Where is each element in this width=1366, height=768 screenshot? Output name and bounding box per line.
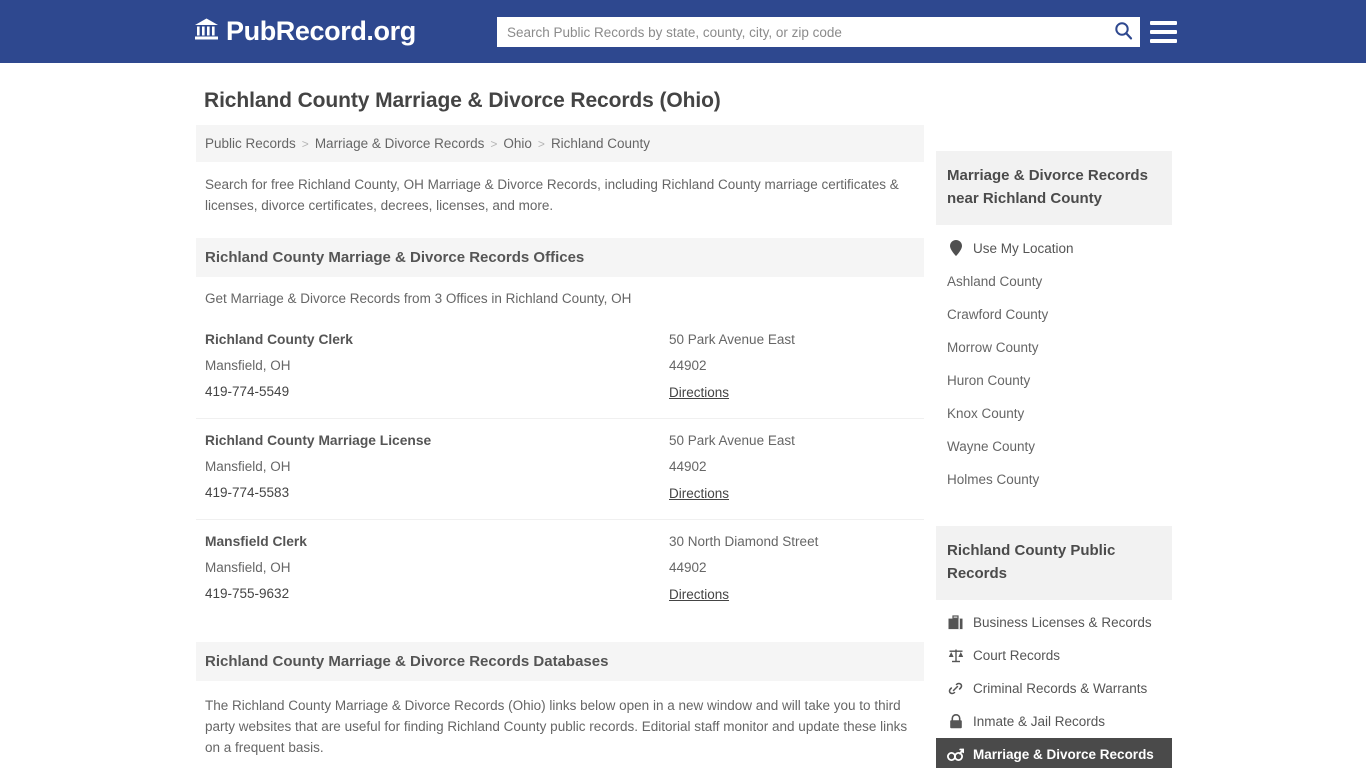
table-row: Mansfield Clerk Mansfield, OH 419-755-96… bbox=[196, 519, 924, 620]
link-icon bbox=[947, 681, 964, 696]
sidebar-item-label: Huron County bbox=[947, 373, 1031, 388]
office-address: 30 North Diamond Street bbox=[669, 534, 819, 549]
office-right-column: 50 Park Avenue East 44902 Directions bbox=[669, 332, 915, 402]
sidebar-nearby-list: Use My Location Ashland County Crawford … bbox=[936, 225, 1172, 496]
breadcrumb-separator-icon: > bbox=[537, 136, 545, 151]
sidebar-public-records-list: Business Licenses & Records Court Record… bbox=[936, 600, 1172, 768]
offices-list: Richland County Clerk Mansfield, OH 419-… bbox=[196, 318, 924, 620]
bank-icon bbox=[194, 17, 219, 46]
brand-name: PubRecord.org bbox=[226, 16, 416, 46]
office-phone[interactable]: 419-774-5583 bbox=[205, 485, 669, 500]
main-content: Public Records > Marriage & Divorce Reco… bbox=[196, 125, 924, 768]
sidebar-item-court-records[interactable]: Court Records bbox=[936, 639, 1172, 672]
office-left-column: Richland County Clerk Mansfield, OH 419-… bbox=[205, 332, 669, 402]
office-city: Mansfield, OH bbox=[205, 560, 291, 575]
offices-section-subtitle: Get Marriage & Divorce Records from 3 Of… bbox=[205, 291, 632, 306]
office-city: Mansfield, OH bbox=[205, 358, 291, 373]
breadcrumb-item-richland-county[interactable]: Richland County bbox=[551, 136, 650, 151]
breadcrumb-item-ohio[interactable]: Ohio bbox=[503, 136, 532, 151]
office-name: Mansfield Clerk bbox=[205, 534, 307, 549]
directions-link[interactable]: Directions bbox=[669, 486, 729, 501]
office-right-column: 50 Park Avenue East 44902 Directions bbox=[669, 433, 915, 503]
office-name: Richland County Clerk bbox=[205, 332, 353, 347]
gender-icon bbox=[947, 748, 964, 762]
databases-description: The Richland County Marriage & Divorce R… bbox=[205, 698, 908, 755]
hamburger-bar bbox=[1150, 21, 1177, 25]
sidebar-item-holmes-county[interactable]: Holmes County bbox=[936, 463, 1172, 496]
office-city: Mansfield, OH bbox=[205, 459, 291, 474]
hamburger-bar bbox=[1150, 30, 1177, 34]
sidebar-item-business-licenses[interactable]: Business Licenses & Records bbox=[936, 606, 1172, 639]
sidebar-item-marriage-divorce-records[interactable]: Marriage & Divorce Records bbox=[936, 738, 1172, 768]
office-zip: 44902 bbox=[669, 358, 707, 373]
breadcrumb-separator-icon: > bbox=[490, 136, 498, 151]
sidebar-item-knox-county[interactable]: Knox County bbox=[936, 397, 1172, 430]
search-icon bbox=[1114, 21, 1133, 43]
sidebar-item-label: Marriage & Divorce Records bbox=[973, 747, 1154, 762]
directions-link[interactable]: Directions bbox=[669, 385, 729, 400]
map-pin-icon bbox=[947, 240, 964, 256]
sidebar-item-label: Criminal Records & Warrants bbox=[973, 681, 1148, 696]
briefcase-icon bbox=[947, 615, 964, 630]
lock-icon bbox=[947, 714, 964, 729]
scales-icon bbox=[947, 648, 964, 663]
breadcrumb: Public Records > Marriage & Divorce Reco… bbox=[196, 125, 924, 162]
sidebar-item-label: Inmate & Jail Records bbox=[973, 714, 1106, 729]
office-left-column: Mansfield Clerk Mansfield, OH 419-755-96… bbox=[205, 534, 669, 604]
sidebar-item-label: Ashland County bbox=[947, 274, 1043, 289]
sidebar-item-huron-county[interactable]: Huron County bbox=[936, 364, 1172, 397]
search-input[interactable] bbox=[497, 17, 1106, 47]
page-title: Richland County Marriage & Divorce Recor… bbox=[204, 89, 721, 112]
office-address: 50 Park Avenue East bbox=[669, 433, 795, 448]
sidebar-item-inmate-jail-records[interactable]: Inmate & Jail Records bbox=[936, 705, 1172, 738]
sidebar-item-label: Use My Location bbox=[973, 240, 1074, 256]
databases-section-heading: Richland County Marriage & Divorce Recor… bbox=[196, 642, 924, 681]
search-button[interactable] bbox=[1106, 17, 1140, 47]
table-row: Richland County Clerk Mansfield, OH 419-… bbox=[196, 318, 924, 418]
breadcrumb-item-marriage-divorce-records[interactable]: Marriage & Divorce Records bbox=[315, 136, 485, 151]
office-zip: 44902 bbox=[669, 560, 707, 575]
sidebar-item-label: Business Licenses & Records bbox=[973, 615, 1152, 630]
office-zip: 44902 bbox=[669, 459, 707, 474]
sidebar-item-label: Wayne County bbox=[947, 439, 1036, 454]
sidebar-public-records-heading: Richland County Public Records bbox=[936, 526, 1172, 600]
sidebar-item-label: Crawford County bbox=[947, 307, 1049, 322]
table-row: Richland County Marriage License Mansfie… bbox=[196, 418, 924, 519]
hamburger-menu-icon[interactable] bbox=[1150, 18, 1177, 46]
sidebar-item-use-my-location[interactable]: Use My Location bbox=[936, 231, 1172, 265]
sidebar-item-label: Knox County bbox=[947, 406, 1025, 421]
sidebar-item-label: Court Records bbox=[973, 648, 1061, 663]
sidebar: Marriage & Divorce Records near Richland… bbox=[936, 125, 1172, 768]
list-item: Mansfield Richland Public Library Databa… bbox=[196, 758, 924, 768]
brand-logo[interactable]: PubRecord.org bbox=[194, 17, 416, 46]
sidebar-item-label: Morrow County bbox=[947, 340, 1039, 355]
office-right-column: 30 North Diamond Street 44902 Directions bbox=[669, 534, 915, 604]
sidebar-item-criminal-records[interactable]: Criminal Records & Warrants bbox=[936, 672, 1172, 705]
breadcrumb-separator-icon: > bbox=[301, 136, 309, 151]
sidebar-item-label: Holmes County bbox=[947, 472, 1040, 487]
page-body: Richland County Marriage & Divorce Recor… bbox=[0, 89, 1366, 768]
breadcrumb-item-public-records[interactable]: Public Records bbox=[205, 136, 296, 151]
office-phone[interactable]: 419-774-5549 bbox=[205, 384, 669, 399]
sidebar-item-ashland-county[interactable]: Ashland County bbox=[936, 265, 1172, 298]
directions-link[interactable]: Directions bbox=[669, 587, 729, 602]
office-address: 50 Park Avenue East bbox=[669, 332, 795, 347]
sidebar-item-crawford-county[interactable]: Crawford County bbox=[936, 298, 1172, 331]
sidebar-item-morrow-county[interactable]: Morrow County bbox=[936, 331, 1172, 364]
search-bar bbox=[497, 17, 1140, 47]
site-header: PubRecord.org bbox=[0, 0, 1366, 63]
office-name: Richland County Marriage License bbox=[205, 433, 432, 448]
content-columns: Public Records > Marriage & Divorce Reco… bbox=[196, 125, 1172, 768]
sidebar-nearby-heading: Marriage & Divorce Records near Richland… bbox=[936, 151, 1172, 225]
office-phone[interactable]: 419-755-9632 bbox=[205, 586, 669, 601]
offices-section-heading: Richland County Marriage & Divorce Recor… bbox=[196, 238, 924, 277]
sidebar-item-wayne-county[interactable]: Wayne County bbox=[936, 430, 1172, 463]
intro-description: Search for free Richland County, OH Marr… bbox=[205, 177, 899, 213]
office-left-column: Richland County Marriage License Mansfie… bbox=[205, 433, 669, 503]
hamburger-bar bbox=[1150, 39, 1177, 43]
